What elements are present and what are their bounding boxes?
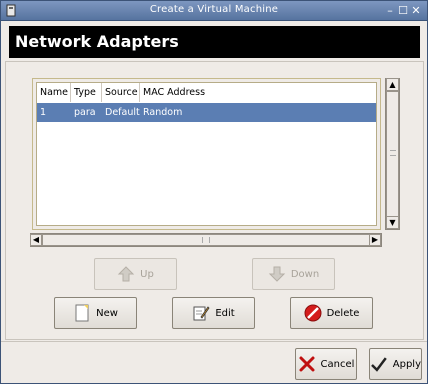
- down-button-label: Down: [290, 268, 320, 280]
- page-header: Network Adapters: [9, 26, 420, 58]
- horizontal-scrollbar[interactable]: ◀ ▶: [30, 233, 382, 247]
- column-header-type[interactable]: Type: [71, 83, 102, 102]
- cancel-button-label: Cancel: [320, 358, 355, 370]
- horizontal-scroll-thumb[interactable]: [42, 234, 370, 246]
- scroll-right-arrow-icon[interactable]: ▶: [369, 234, 381, 246]
- grip-icon: [390, 150, 396, 156]
- cancel-x-icon: [299, 356, 315, 372]
- checkmark-icon: [371, 357, 387, 372]
- cell-name: 1: [40, 107, 47, 118]
- new-button-label: New: [96, 307, 118, 319]
- table-row[interactable]: 1 para Default Random: [37, 103, 376, 122]
- close-button[interactable]: ✕: [410, 4, 422, 17]
- new-document-icon: [75, 304, 89, 322]
- down-button[interactable]: Down: [252, 258, 335, 290]
- footer-separator: [1, 341, 427, 342]
- column-header-name[interactable]: Name: [37, 83, 71, 102]
- delete-button-label: Delete: [326, 307, 360, 319]
- up-arrow-icon: [117, 266, 135, 282]
- edit-pencil-icon: [193, 306, 210, 321]
- page-title: Network Adapters: [15, 32, 179, 51]
- apply-button-label: Apply: [392, 358, 421, 370]
- vertical-scroll-thumb[interactable]: [386, 91, 399, 217]
- adapter-table[interactable]: Name Type Source MAC Address 1 para Defa…: [36, 82, 377, 226]
- maximize-button[interactable]: ☐: [397, 4, 409, 17]
- scroll-down-arrow-icon[interactable]: ▼: [386, 216, 399, 229]
- delete-icon: [304, 304, 322, 322]
- scroll-left-arrow-icon[interactable]: ◀: [30, 234, 42, 246]
- cell-mac-address: Random: [143, 107, 183, 118]
- cancel-button[interactable]: Cancel: [295, 348, 357, 380]
- delete-button[interactable]: Delete: [290, 297, 373, 329]
- window-title: Create a Virtual Machine: [149, 4, 279, 15]
- apply-button[interactable]: Apply: [369, 348, 422, 380]
- cell-type: para: [74, 107, 96, 118]
- column-header-mac-address[interactable]: MAC Address: [140, 83, 376, 102]
- table-header: Name Type Source MAC Address: [37, 83, 376, 102]
- minimize-button[interactable]: –: [384, 4, 396, 17]
- edit-button-label: Edit: [215, 307, 235, 319]
- cell-source: Default: [105, 107, 140, 118]
- dialog-window: Create a Virtual Machine – ☐ ✕ Network A…: [0, 0, 428, 384]
- vertical-scrollbar[interactable]: ▲ ▼: [385, 78, 400, 230]
- grip-icon: [202, 237, 210, 243]
- down-arrow-icon: [268, 266, 286, 282]
- edit-button[interactable]: Edit: [172, 297, 255, 329]
- column-header-source[interactable]: Source: [102, 83, 140, 102]
- up-button[interactable]: Up: [94, 258, 177, 290]
- title-bar[interactable]: Create a Virtual Machine – ☐ ✕: [1, 1, 427, 21]
- new-button[interactable]: New: [54, 297, 137, 329]
- up-button-label: Up: [140, 268, 154, 280]
- scroll-up-arrow-icon[interactable]: ▲: [386, 78, 399, 91]
